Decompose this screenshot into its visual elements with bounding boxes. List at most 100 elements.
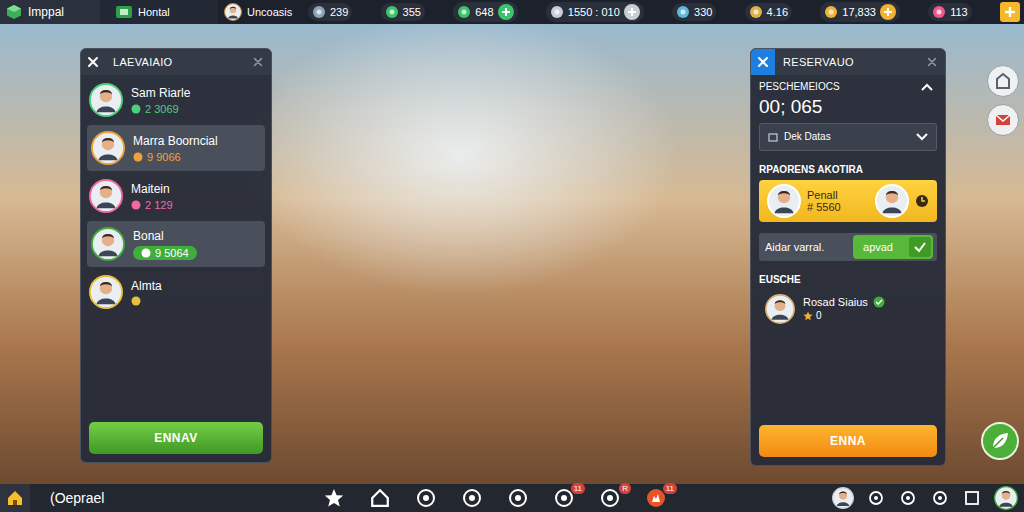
- eco-button[interactable]: [981, 422, 1019, 460]
- home-button[interactable]: [0, 484, 30, 512]
- add-button[interactable]: [880, 4, 896, 20]
- coin-icon: [131, 296, 141, 306]
- guest-info: Sam Riarle 2 3069: [131, 86, 190, 115]
- tool-button[interactable]: [962, 488, 982, 508]
- nav-button[interactable]: R: [598, 486, 622, 510]
- toggle-switch[interactable]: apvad: [853, 235, 933, 259]
- resource-chip: 4.16: [745, 3, 792, 21]
- close-button[interactable]: [751, 49, 775, 75]
- request-card[interactable]: Penall # 5560: [759, 180, 937, 222]
- guest-value: 9 9066: [133, 151, 218, 163]
- resource-chip: 113: [928, 3, 972, 21]
- dismiss-button[interactable]: [927, 57, 937, 67]
- resource-chip: 1550 : 010: [546, 2, 644, 22]
- resource-value: 355: [403, 6, 421, 18]
- staff-row[interactable]: Rosad Siaius 0: [759, 290, 937, 328]
- resource-value: 113: [950, 6, 968, 18]
- verified-icon: [873, 296, 885, 308]
- resource-icon: [550, 5, 564, 19]
- panel-title: LAEVAIAIO: [113, 56, 245, 68]
- resource-chip: 239: [308, 3, 352, 21]
- nav-button[interactable]: [414, 486, 438, 510]
- guest-name: Bonal: [133, 229, 197, 243]
- avatar-icon: [224, 3, 242, 21]
- scene: LAEVAIAIO Sam Riarle 2 3069 Marra Boornc…: [0, 24, 1024, 484]
- avatar-icon: [832, 487, 854, 509]
- resource-value: 648: [475, 6, 493, 18]
- tool-button[interactable]: [930, 488, 950, 508]
- nav-button[interactable]: [460, 486, 484, 510]
- nav-button[interactable]: [322, 486, 346, 510]
- confirm-button[interactable]: ENNAV: [89, 422, 263, 454]
- add-button[interactable]: [498, 4, 514, 20]
- building-button[interactable]: [987, 65, 1019, 97]
- bottom-left: (Oeprael: [0, 484, 300, 512]
- staff-info: Rosad Siaius 0: [803, 296, 885, 321]
- section-header[interactable]: PESCHEMEIOCS: [759, 81, 937, 92]
- menu-icon: [416, 488, 436, 508]
- avatar-icon: [767, 184, 801, 218]
- resource-icon: [312, 5, 326, 19]
- request-amount: # 5560: [807, 201, 869, 213]
- close-button[interactable]: [81, 49, 105, 75]
- add-button[interactable]: [624, 4, 640, 20]
- menu-icon: [462, 488, 482, 508]
- toggle-label: Aidar varral.: [765, 241, 824, 253]
- logo[interactable]: Imppal: [0, 0, 100, 24]
- nav-badge: 11: [571, 483, 585, 494]
- guest-info: Bonal 9 5064: [133, 229, 197, 260]
- calendar-icon: [768, 132, 778, 142]
- tag-icon: [116, 6, 132, 18]
- side-buttons: [987, 65, 1019, 136]
- nav-button[interactable]: [506, 486, 530, 510]
- nav-button[interactable]: 11: [552, 486, 576, 510]
- guest-value: 2 129: [131, 199, 173, 211]
- tool-button[interactable]: [866, 488, 886, 508]
- tool-icon: [932, 490, 948, 506]
- location-tab[interactable]: Hontal: [100, 0, 218, 24]
- guest-name: Maitein: [131, 182, 173, 196]
- guest-value: 9 5064: [133, 246, 197, 260]
- avatar-icon: [765, 294, 795, 324]
- tool-button[interactable]: [898, 488, 918, 508]
- close-icon: [927, 57, 937, 67]
- player-name: Uncoasis: [247, 6, 292, 18]
- chevron-icon: [921, 83, 933, 91]
- guest-row[interactable]: Sam Riarle 2 3069: [81, 77, 271, 123]
- player-chip[interactable]: Uncoasis: [218, 3, 304, 21]
- nav-badge: 11: [663, 483, 677, 494]
- resource-icon: [457, 5, 471, 19]
- dropdown-value: Dek Datas: [784, 131, 910, 142]
- shop-button[interactable]: [1000, 2, 1020, 22]
- nav-button[interactable]: [368, 486, 392, 510]
- resource-chip: 17,833: [820, 2, 900, 22]
- mail-button[interactable]: [987, 104, 1019, 136]
- nav-button[interactable]: 11: [644, 486, 668, 510]
- request-name: Penall: [807, 189, 869, 201]
- toggle-row: Aidar varral. apvad: [759, 233, 937, 261]
- guest-value: 2 3069: [131, 103, 190, 115]
- nav-badge: R: [619, 483, 631, 494]
- guest-row[interactable]: Marra Boorncial 9 9066: [87, 125, 265, 171]
- location-label: Hontal: [138, 6, 170, 18]
- resource-list: 239 355 648 1550 : 010 330 4.16 17,833 1…: [304, 2, 1024, 22]
- reservation-body: PESCHEMEIOCS 00; 065 Dek Datas RPAORENS …: [751, 75, 945, 421]
- dismiss-button[interactable]: [253, 57, 263, 67]
- guest-row[interactable]: Maitein 2 129: [81, 173, 271, 219]
- avatar-icon: [89, 83, 123, 117]
- resource-value: 1550 : 010: [568, 6, 620, 18]
- reserve-button[interactable]: ENNA: [759, 425, 937, 457]
- leaf-icon: [989, 430, 1011, 452]
- avatar-icon: [91, 227, 125, 261]
- avatar-icon: [89, 275, 123, 309]
- resource-value: 17,833: [842, 6, 876, 18]
- close-icon: [87, 56, 99, 68]
- guest-value: [131, 296, 162, 306]
- section-title: PESCHEMEIOCS: [759, 81, 840, 92]
- panel-header: RESERVAUO: [751, 49, 945, 75]
- date-dropdown[interactable]: Dek Datas: [759, 123, 937, 151]
- guest-row[interactable]: Almta: [81, 269, 271, 315]
- toggle-text: apvad: [863, 241, 907, 253]
- logo-text: Imppal: [28, 5, 64, 19]
- guest-row[interactable]: Bonal 9 5064: [87, 221, 265, 267]
